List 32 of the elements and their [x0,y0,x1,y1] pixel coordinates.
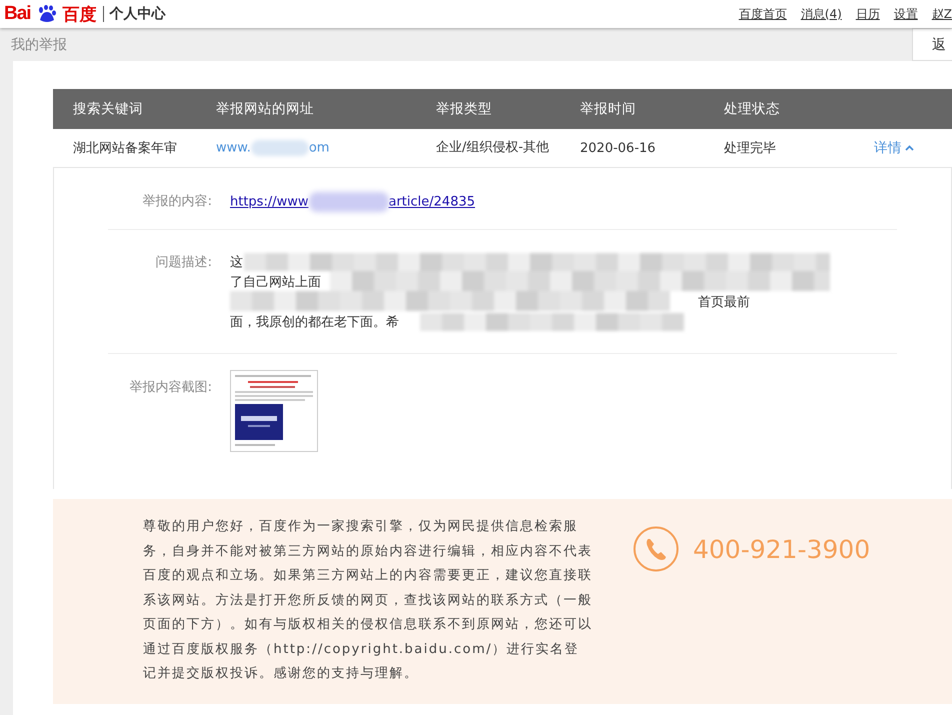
field-label: 举报内容截图: [128,379,212,397]
notice-text: 尊敬的用户您好，百度作为一家搜索引擎，仅为网民提供信息检索服务，自身并不能对被第三方网站的原始内容进行编辑，相应内容不代表百度的观点和立场。如果第三方网站上的内容需要更正，建议您直接联系该网站。方法是打开您所反馈的网页，查找该网站的联系方式（一般页面的下方）。如有与版权相关的侵权信息联系不到原网站，您还可以通过百度版权服务（http://copyright.baidu.com/）进行实名登记并提交版权投诉。感谢您的支持与理解。 [143,518,593,683]
column-header: 处理状态 [704,89,849,129]
page-title: 我的举报 [11,36,67,54]
description-text: 了自己网站上面 [230,275,321,290]
description-text: 首页最前 [697,294,751,312]
field-label: 举报的内容: [142,193,212,211]
chevron-icon [905,145,914,151]
nav-link[interactable]: 消息(4) [800,6,842,22]
phone-number: 400-921-3900 [693,534,870,564]
nav-link[interactable]: 赵Z [932,6,952,22]
column-header: 举报时间 [560,89,704,129]
paw-icon [36,5,57,23]
table-cell: 湖北网站备案年审 [53,129,196,168]
nav-link[interactable]: 设置 [894,6,918,22]
logo-text: Bai [4,3,31,25]
table-cell: 2020-06-16 [560,129,704,168]
column-header: 搜索关键词 [53,89,196,129]
logo-text: 百度 [62,4,97,26]
phone-icon [633,526,679,572]
nav-link[interactable]: 日历 [856,6,880,22]
description-text: 面，我原创的都在老下面。希 [230,315,399,330]
back-button[interactable]: 返 [912,28,952,61]
section-title: 个人中心 [110,5,166,23]
table-cell-text: 企业/组织侵权-其他 [436,139,550,157]
table-cell: 处理完毕 [704,129,849,168]
column-header: 举报类型 [416,89,560,129]
field-label: 问题描述: [154,254,212,272]
content-link[interactable]: https://www article/24835 [230,192,476,212]
nav-link[interactable]: 百度首页 [738,6,787,22]
column-header: 举报网站的网址 [196,89,416,129]
description-text: 这 [230,255,243,270]
